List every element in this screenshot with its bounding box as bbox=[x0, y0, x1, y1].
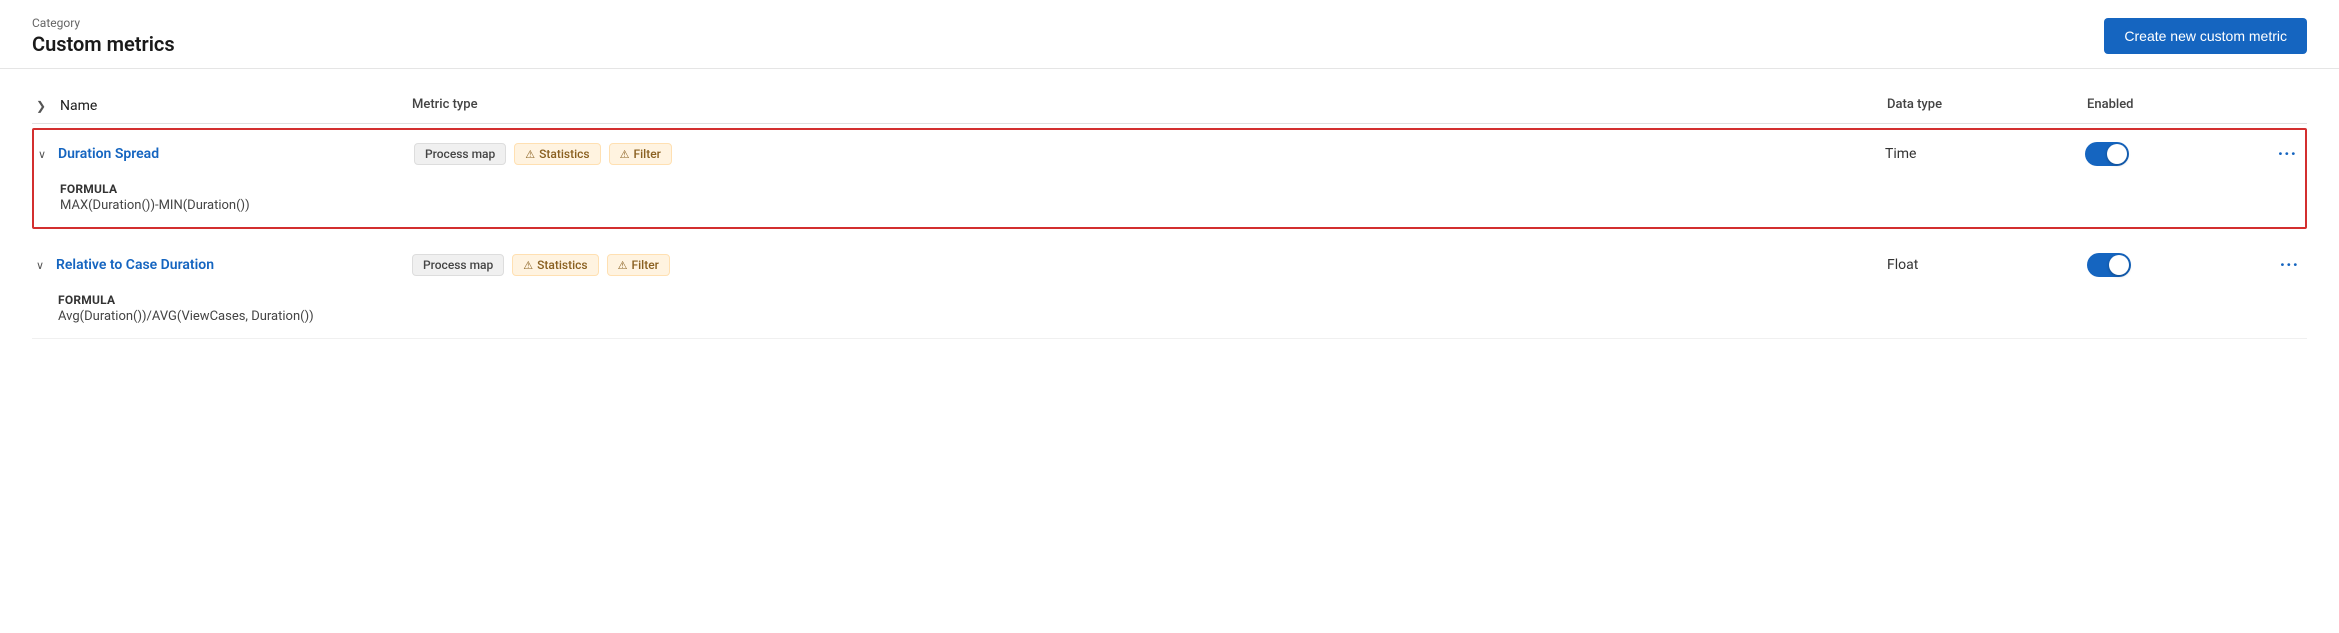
warning-icon-1a: ⚠ bbox=[525, 148, 535, 161]
metric-name-duration-spread[interactable]: Duration Spread bbox=[58, 146, 159, 162]
toggle-cell-duration-spread bbox=[2085, 142, 2245, 166]
row-main-relative-case-duration: ∨ Relative to Case Duration Process map … bbox=[32, 241, 2307, 289]
badge-filter-1-label: Filter bbox=[633, 147, 660, 161]
expand-all-icon[interactable]: ❯ bbox=[32, 97, 50, 115]
toggle-relative-case-duration[interactable] bbox=[2087, 253, 2131, 277]
formula-label-2: FORMULA bbox=[58, 293, 2307, 307]
badges-relative-case-duration: Process map ⚠ Statistics ⚠ Filter bbox=[412, 254, 1887, 276]
data-type-duration-spread: Time bbox=[1885, 146, 2085, 162]
badge-filter-2-label: Filter bbox=[631, 258, 658, 272]
name-column-header: ❯ Name bbox=[32, 97, 412, 115]
badge-process-map-1-label: Process map bbox=[425, 147, 495, 161]
toggle-cell-relative-case-duration bbox=[2087, 253, 2247, 277]
metric-name-relative-case-duration[interactable]: Relative to Case Duration bbox=[56, 257, 214, 273]
enabled-column-header: Enabled bbox=[2087, 97, 2247, 115]
data-type-relative-case-duration: Float bbox=[1887, 257, 2087, 273]
more-options-duration-spread[interactable]: ··· bbox=[2245, 144, 2305, 165]
page-title: Custom metrics bbox=[32, 32, 175, 56]
badge-statistics-1: ⚠ Statistics bbox=[514, 143, 600, 165]
row-main-duration-spread: ∨ Duration Spread Process map ⚠ Statisti… bbox=[34, 130, 2305, 178]
warning-icon-2b: ⚠ bbox=[618, 259, 628, 272]
badge-process-map-2: Process map bbox=[412, 254, 504, 276]
badge-filter-1: ⚠ Filter bbox=[609, 143, 672, 165]
row-group-duration-spread: ∨ Duration Spread Process map ⚠ Statisti… bbox=[32, 128, 2307, 229]
table-header-row: ❯ Name Metric type Data type Enabled bbox=[32, 89, 2307, 124]
warning-icon-2a: ⚠ bbox=[523, 259, 533, 272]
badge-statistics-2: ⚠ Statistics bbox=[512, 254, 598, 276]
create-custom-metric-button[interactable]: Create new custom metric bbox=[2104, 18, 2307, 54]
row-name-cell-relative-case-duration: ∨ Relative to Case Duration bbox=[32, 257, 412, 273]
row-name-cell-duration-spread: ∨ Duration Spread bbox=[34, 146, 414, 162]
formula-value-2: Avg(Duration())/AVG(ViewCases, Duration(… bbox=[58, 309, 2307, 324]
badge-statistics-1-label: Statistics bbox=[539, 147, 589, 161]
formula-value-1: MAX(Duration())-MIN(Duration()) bbox=[60, 198, 2305, 213]
formula-label-1: FORMULA bbox=[60, 182, 2305, 196]
badge-filter-2: ⚠ Filter bbox=[607, 254, 670, 276]
category-label: Category bbox=[32, 16, 175, 30]
more-options-relative-case-duration[interactable]: ··· bbox=[2247, 255, 2307, 276]
badge-process-map-2-label: Process map bbox=[423, 258, 493, 272]
metric-type-column-header: Metric type bbox=[412, 97, 1887, 115]
page-header: Category Custom metrics Create new custo… bbox=[0, 0, 2339, 69]
warning-icon-1b: ⚠ bbox=[620, 148, 630, 161]
data-type-column-header: Data type bbox=[1887, 97, 2087, 115]
badges-duration-spread: Process map ⚠ Statistics ⚠ Filter bbox=[414, 143, 1885, 165]
header-left: Category Custom metrics bbox=[32, 16, 175, 56]
name-column-label: Name bbox=[60, 98, 97, 114]
metrics-table: ❯ Name Metric type Data type Enabled ∨ D… bbox=[0, 69, 2339, 359]
row-detail-relative-case-duration: FORMULA Avg(Duration())/AVG(ViewCases, D… bbox=[32, 289, 2307, 338]
badge-process-map-1: Process map bbox=[414, 143, 506, 165]
row-detail-duration-spread: FORMULA MAX(Duration())-MIN(Duration()) bbox=[34, 178, 2305, 227]
badge-statistics-2-label: Statistics bbox=[537, 258, 587, 272]
row-group-relative-case-duration: ∨ Relative to Case Duration Process map … bbox=[32, 241, 2307, 339]
chevron-down-icon-2[interactable]: ∨ bbox=[32, 259, 48, 272]
chevron-down-icon[interactable]: ∨ bbox=[34, 148, 50, 161]
toggle-duration-spread[interactable] bbox=[2085, 142, 2129, 166]
